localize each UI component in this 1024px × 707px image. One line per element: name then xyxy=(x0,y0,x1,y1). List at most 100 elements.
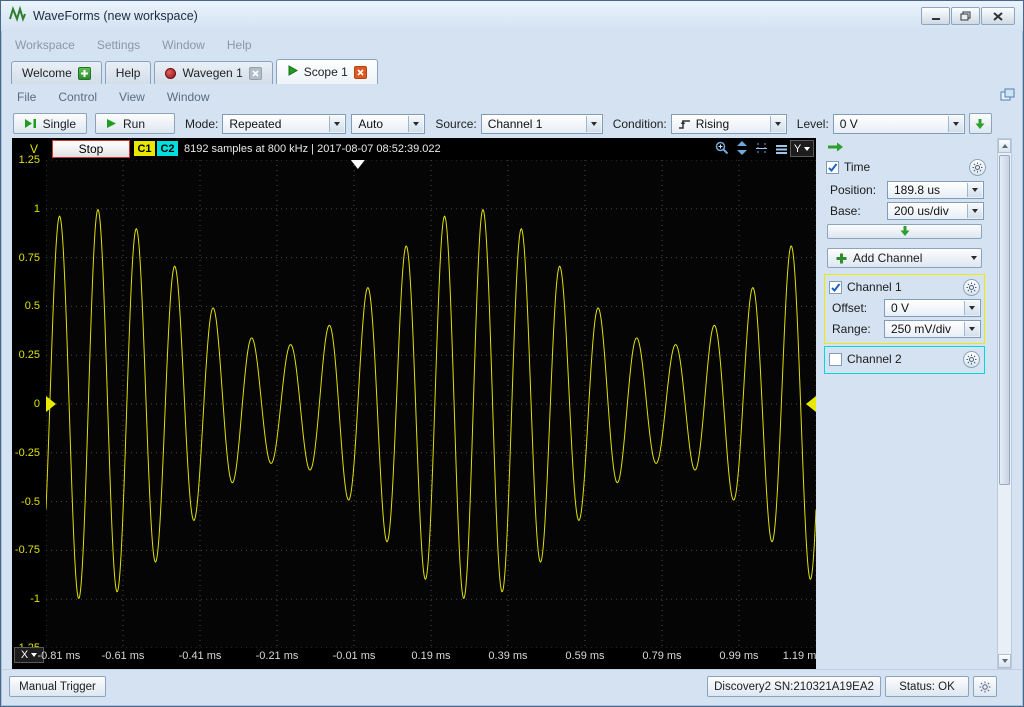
acquisition-info: 8192 samples at 800 kHz | 2017-08-07 08:… xyxy=(184,143,441,155)
zoom-icon[interactable] xyxy=(715,141,729,160)
mode-select[interactable]: Repeated xyxy=(222,113,347,134)
range-label: Range: xyxy=(832,321,871,336)
plot-tools xyxy=(715,141,788,160)
waveforms-window: WaveForms (new workspace) Workspace Sett… xyxy=(0,0,1024,707)
run-icon xyxy=(107,119,116,128)
tab-welcome[interactable]: Welcome xyxy=(11,61,102,84)
menu-settings[interactable]: Settings xyxy=(97,38,140,52)
menu-window-2[interactable]: Window xyxy=(167,90,210,104)
waveform-plot xyxy=(45,159,816,649)
y-tick-label: 1.25 xyxy=(18,154,40,166)
title-bar: WaveForms (new workspace) xyxy=(1,1,1023,31)
channel2-checkbox[interactable] xyxy=(829,352,842,366)
menu-view[interactable]: View xyxy=(119,90,145,104)
chevron-down-icon xyxy=(329,115,345,132)
level-select[interactable]: 0 V xyxy=(832,113,965,134)
channel1-header: Channel 1 xyxy=(829,278,980,296)
status-indicator[interactable]: Status: OK xyxy=(885,676,969,697)
base-label: Base: xyxy=(830,203,861,218)
panel-scrollbar[interactable] xyxy=(997,138,1012,669)
autoscale-icon[interactable] xyxy=(736,141,748,160)
channel1-label: Channel 1 xyxy=(847,280,902,294)
plot-area[interactable] xyxy=(45,159,816,649)
channel1-settings-button[interactable] xyxy=(963,278,980,296)
device-settings-button[interactable] xyxy=(973,676,997,697)
cursors-icon[interactable] xyxy=(755,142,768,160)
y-tick-label: 0.25 xyxy=(18,349,40,362)
level-auto-button[interactable] xyxy=(968,113,992,134)
view-menu-icon[interactable] xyxy=(775,142,788,160)
y-tick-label: 0.75 xyxy=(18,251,40,264)
condition-label: Condition: xyxy=(612,116,667,131)
add-channel-button[interactable]: Add Channel xyxy=(827,248,982,268)
scroll-down-icon[interactable] xyxy=(998,654,1011,668)
tab-scope-1[interactable]: Scope 1 xyxy=(275,59,378,84)
device-info-button[interactable]: Discovery2 SN:210321A19EA2 xyxy=(707,676,881,697)
channel2-badge[interactable]: C2 xyxy=(157,141,178,156)
time-apply-button[interactable] xyxy=(827,224,982,239)
collapse-panel-icon[interactable] xyxy=(827,141,843,156)
tab-wavegen-1[interactable]: Wavegen 1 xyxy=(154,61,273,84)
offset-label: Offset: xyxy=(832,300,868,315)
minimize-icon xyxy=(931,17,940,20)
channel1-badge[interactable]: C1 xyxy=(134,141,155,156)
x-tick-label: 0.99 ms xyxy=(719,650,759,662)
tab-help[interactable]: Help xyxy=(104,61,152,84)
chevron-down-icon xyxy=(947,115,963,132)
menu-control[interactable]: Control xyxy=(58,90,97,104)
y-tick-label: -0.25 xyxy=(14,446,40,459)
condition-select[interactable]: Rising xyxy=(670,113,787,134)
manual-trigger-button[interactable]: Manual Trigger xyxy=(9,676,106,697)
restore-button[interactable] xyxy=(951,7,980,25)
green-down-arrow-icon xyxy=(975,118,985,129)
y-axis-button[interactable]: Y xyxy=(790,140,814,157)
source-label: Source: xyxy=(435,116,477,131)
x-axis-labels: -0.81 ms -0.61 ms -0.41 ms -0.21 ms -0.01 ms… xyxy=(37,650,816,666)
channel1-checkbox[interactable] xyxy=(829,280,842,294)
single-button[interactable]: Single xyxy=(13,113,87,134)
undock-icon[interactable] xyxy=(1000,88,1015,105)
time-group-header: Time xyxy=(826,158,986,176)
menu-help[interactable]: Help xyxy=(227,38,252,52)
base-select[interactable]: 200 us/div xyxy=(887,201,984,220)
menu-window[interactable]: Window xyxy=(162,38,205,52)
stop-button[interactable]: Stop xyxy=(52,140,130,158)
channel2-settings-button[interactable] xyxy=(963,350,980,368)
level-label: Level: xyxy=(796,116,829,131)
y-tick-label: -0.5 xyxy=(21,495,40,508)
x-tick-label: 0.39 ms xyxy=(488,650,528,662)
chevron-down-icon xyxy=(964,300,979,315)
run-button[interactable]: Run xyxy=(95,113,175,134)
close-button[interactable] xyxy=(981,7,1015,25)
status-bar: Manual Trigger Discovery2 SN:210321A19EA… xyxy=(1,669,1023,706)
position-select[interactable]: 189.8 us xyxy=(887,180,984,199)
close-tab-icon[interactable] xyxy=(248,66,262,80)
single-icon xyxy=(25,119,36,128)
x-tick-label: -0.41 ms xyxy=(178,650,222,662)
source-select[interactable]: Channel 1 xyxy=(480,113,603,134)
scroll-up-icon[interactable] xyxy=(998,139,1011,153)
scope-icon xyxy=(287,65,298,79)
channel2-label: Channel 2 xyxy=(847,352,902,366)
x-tick-label: -0.21 ms xyxy=(255,650,299,662)
menu-workspace[interactable]: Workspace xyxy=(15,38,75,52)
scope-display: V Stop C1 C2 8192 samples at 800 kHz | 2… xyxy=(12,138,816,669)
minimize-button[interactable] xyxy=(921,7,950,25)
menu-file[interactable]: File xyxy=(17,90,36,104)
gear-icon xyxy=(966,282,977,292)
time-settings-button[interactable] xyxy=(969,158,986,176)
x-tick-label: -0.81 ms xyxy=(37,650,81,662)
time-checkbox[interactable] xyxy=(826,160,839,174)
offset-select[interactable]: 0 V xyxy=(884,298,981,317)
scrollbar-thumb[interactable] xyxy=(999,155,1010,485)
gear-icon xyxy=(966,354,977,364)
y-axis-labels: 1.2510.750.50.250-0.25-0.5-0.75-1-1.25 xyxy=(12,138,43,658)
control-panel: Time Position: 189.8 us Base: 200 us/div xyxy=(821,138,991,669)
close-icon xyxy=(993,11,1003,21)
green-down-arrow-icon xyxy=(900,226,909,236)
channel2-group: Channel 2 xyxy=(824,346,985,374)
close-tab-icon[interactable] xyxy=(353,65,367,79)
trigger-mode-select[interactable]: Auto xyxy=(351,113,426,134)
range-select[interactable]: 250 mV/div xyxy=(884,319,981,338)
chevron-down-icon xyxy=(31,653,38,657)
